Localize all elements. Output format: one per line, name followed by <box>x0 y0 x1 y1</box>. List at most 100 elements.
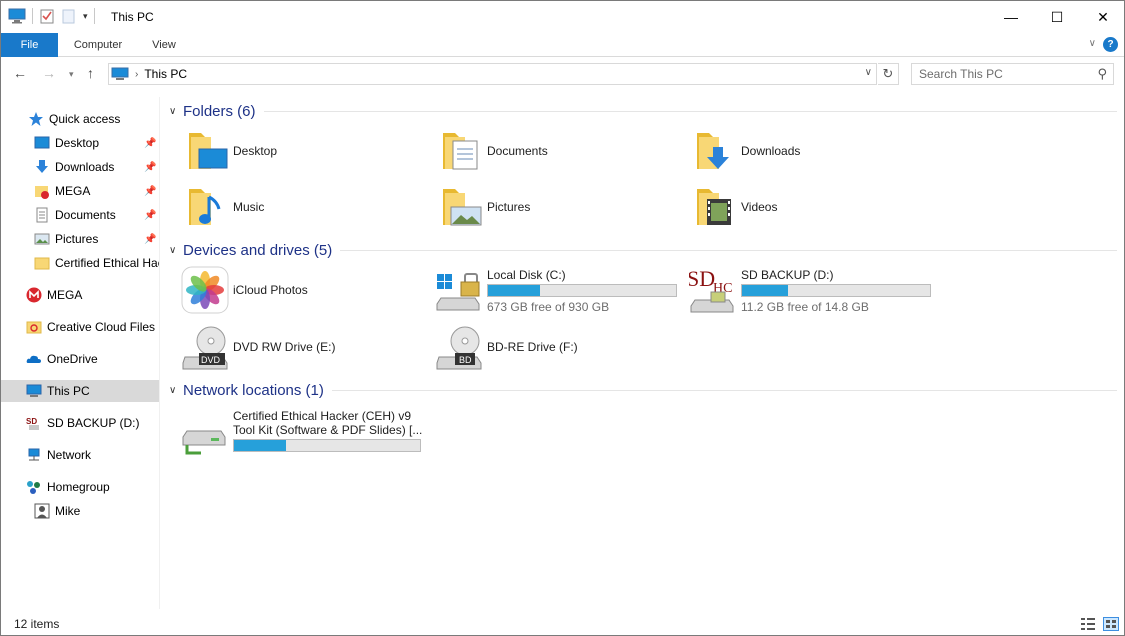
group-header-network-locations[interactable]: ∨ Network locations (1) <box>169 380 1117 400</box>
group-title: Devices and drives (5) <box>183 241 333 259</box>
sidebar-item-label: Desktop <box>55 136 100 150</box>
download-arrow-icon <box>34 159 50 175</box>
sidebar-item-desktop[interactable]: Desktop <box>1 132 159 154</box>
sidebar-item-downloads[interactable]: Downloads <box>1 156 159 178</box>
details-view-icon[interactable] <box>1080 617 1096 631</box>
new-folder-icon[interactable] <box>61 8 77 24</box>
tab-file[interactable]: File <box>1 33 58 57</box>
svg-text:SD: SD <box>26 417 37 426</box>
network-location-ceh-toolkit[interactable]: Certified Ethical Hacker (CEH) v9 Tool K… <box>181 403 426 459</box>
search-box[interactable]: ⚲ <box>911 63 1114 85</box>
refresh-button[interactable]: ↻ <box>878 63 899 85</box>
sidebar-item-mega[interactable]: MEGA <box>1 284 159 306</box>
folder-documents[interactable]: Documents <box>435 127 548 175</box>
close-button[interactable]: ✕ <box>1080 1 1124 33</box>
sidebar-item-onedrive[interactable]: OneDrive <box>1 348 159 370</box>
folder-downloads[interactable]: Downloads <box>689 127 800 175</box>
address-dropdown-chevron-icon[interactable]: ∨ <box>865 67 872 78</box>
star-icon <box>28 111 44 127</box>
pane-splitter[interactable] <box>159 97 160 609</box>
minimize-button[interactable]: — <box>988 1 1034 33</box>
sidebar-item-mega-quick[interactable]: MEGA <box>1 180 159 202</box>
sidebar-item-mike[interactable]: Mike <box>1 500 159 522</box>
sidebar-item-label: Creative Cloud Files <box>47 320 156 334</box>
group-divider <box>263 110 1117 112</box>
collapse-chevron-icon[interactable]: ∨ <box>169 385 183 396</box>
folder-label: Videos <box>741 200 778 214</box>
sidebar-item-this-pc[interactable]: This PC <box>1 380 159 402</box>
search-input[interactable] <box>919 64 1089 84</box>
recent-locations-chevron-icon[interactable]: ▾ <box>69 69 74 80</box>
breadcrumb-chevron-icon[interactable]: › <box>135 69 138 80</box>
sidebar-item-sd-backup[interactable]: SD SD BACKUP (D:) <box>1 412 159 434</box>
sd-logo-text: SD <box>689 266 715 291</box>
sidebar-item-label: Documents <box>55 208 116 222</box>
maximize-button[interactable]: ☐ <box>1034 1 1080 33</box>
large-icons-view-icon[interactable] <box>1103 617 1119 631</box>
navigation-bar: ← → ▾ ↑ › This PC ∨ ↻ ⚲ <box>1 57 1124 91</box>
drive-bd-re-f[interactable]: BD BD-RE Drive (F:) <box>435 323 578 371</box>
drive-local-disk-c[interactable]: Local Disk (C:) 673 GB free of 930 GB <box>435 262 680 318</box>
sidebar-item-quick-access[interactable]: Quick access <box>1 108 159 130</box>
search-icon[interactable]: ⚲ <box>1097 66 1107 82</box>
folder-pictures[interactable]: Pictures <box>435 183 530 231</box>
sidebar-item-label: OneDrive <box>47 352 98 366</box>
folder-desktop[interactable]: Desktop <box>181 127 277 175</box>
desktop-folder-icon <box>181 127 229 175</box>
sidebar-item-label: Certified Ethical Hacker (CEH) v9 <box>55 256 159 270</box>
sidebar-item-label: MEGA <box>47 288 83 302</box>
network-globe-icon <box>26 447 42 463</box>
documents-folder-icon <box>435 127 483 175</box>
folder-icon <box>34 255 50 271</box>
network-drive-icon <box>181 411 229 459</box>
sidebar-item-label: Quick access <box>49 112 121 126</box>
drive-dvd-rw-e[interactable]: DVD DVD RW Drive (E:) <box>181 323 335 371</box>
forward-arrow-icon[interactable]: → <box>42 65 56 81</box>
collapse-chevron-icon[interactable]: ∨ <box>169 106 183 117</box>
pin-icon: 📌 <box>144 186 157 197</box>
mega-icon <box>26 287 42 303</box>
creative-cloud-folder-icon <box>26 319 42 335</box>
back-arrow-icon[interactable]: ← <box>13 65 27 81</box>
pictures-icon <box>34 231 50 247</box>
bd-drive-icon: BD <box>435 323 483 371</box>
group-header-devices-and-drives[interactable]: ∨ Devices and drives (5) <box>169 240 1117 260</box>
tab-view[interactable]: View <box>141 33 187 57</box>
sidebar-item-homegroup[interactable]: Homegroup <box>1 476 159 498</box>
folder-label: Desktop <box>233 144 278 158</box>
group-divider <box>331 389 1117 391</box>
address-bar[interactable]: › This PC ∨ <box>108 63 877 85</box>
tab-computer[interactable]: Computer <box>63 33 133 57</box>
sidebar-item-ceh-folder[interactable]: Certified Ethical Hacker (CEH) v9 <box>1 252 159 274</box>
breadcrumb-this-pc[interactable]: This PC <box>144 67 187 81</box>
pictures-folder-icon <box>435 183 483 231</box>
mega-folder-icon <box>34 183 50 199</box>
quick-access-toolbar: ▾ <box>8 8 95 24</box>
expand-ribbon-chevron-icon[interactable]: ∨ <box>1089 38 1096 49</box>
videos-folder-icon <box>689 183 737 231</box>
drive-capacity-bar <box>487 284 677 297</box>
drive-sd-backup-d[interactable]: SD HC SD BACKUP (D:) 11.2 GB free of 14.… <box>687 262 934 318</box>
up-arrow-icon[interactable]: ↑ <box>87 65 94 81</box>
help-button[interactable]: ? <box>1103 37 1118 52</box>
customize-toolbar-chevron-icon[interactable]: ▾ <box>83 11 88 22</box>
sidebar-item-creative-cloud-files[interactable]: Creative Cloud Files <box>1 316 159 338</box>
local-disk-lock-icon <box>435 266 483 314</box>
properties-icon[interactable] <box>39 8 55 24</box>
collapse-chevron-icon[interactable]: ∨ <box>169 245 183 256</box>
device-icloud-photos[interactable]: iCloud Photos <box>181 266 308 314</box>
folder-music[interactable]: Music <box>181 183 264 231</box>
this-pc-icon[interactable] <box>8 8 26 24</box>
drive-free-space: 673 GB free of 930 GB <box>487 300 610 314</box>
sidebar-item-network[interactable]: Network <box>1 444 159 466</box>
sidebar-item-label: This PC <box>47 384 90 398</box>
sidebar-item-pictures[interactable]: Pictures <box>1 228 159 250</box>
user-icon <box>34 503 50 519</box>
minimize-icon: — <box>1004 9 1018 25</box>
group-header-folders[interactable]: ∨ Folders (6) <box>169 101 1117 121</box>
folder-videos[interactable]: Videos <box>689 183 777 231</box>
network-location-name-line2: Tool Kit (Software & PDF Slides) [... <box>233 423 423 437</box>
toolbar-separator <box>93 8 95 24</box>
sidebar-item-documents[interactable]: Documents <box>1 204 159 226</box>
folder-label: Music <box>233 200 265 214</box>
